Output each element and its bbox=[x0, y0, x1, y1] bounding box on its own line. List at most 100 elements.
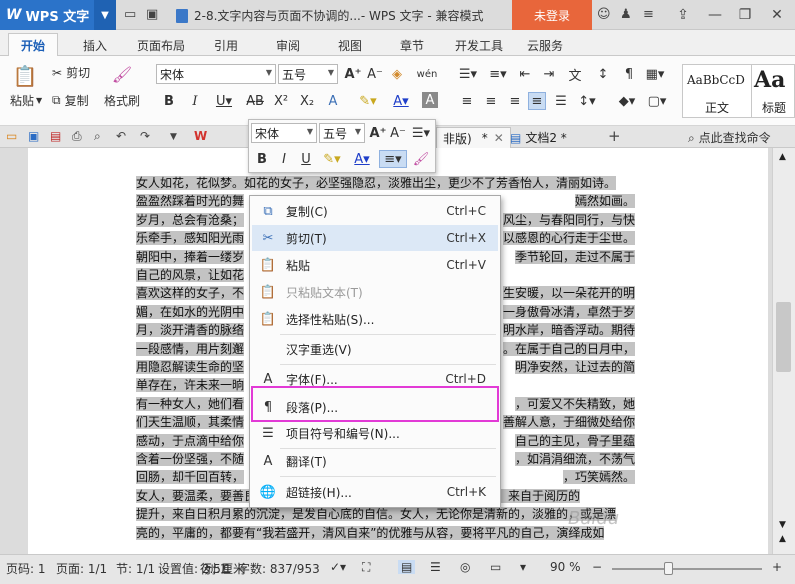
zoom-slider[interactable] bbox=[612, 568, 762, 570]
document-line[interactable]: 感动，于点滴中给你 bbox=[136, 432, 245, 450]
align-icon[interactable]: ≡▾ bbox=[379, 150, 407, 168]
spellcheck-icon[interactable]: ✓▾ bbox=[330, 560, 346, 574]
document-line[interactable]: 朝阳中，捧着一缕岁 bbox=[136, 248, 245, 266]
italic-icon[interactable]: I bbox=[186, 92, 204, 110]
document-line[interactable]: 们天生温顺，其柔情 bbox=[136, 413, 245, 431]
distribute-icon[interactable]: ☰ bbox=[552, 92, 570, 110]
document-line[interactable]: 女人如花，花似梦。如花的女子，必坚强隐忍，淡雅出尘，更少不了芳香怡人，清丽如诗。 bbox=[136, 174, 617, 192]
borders-icon[interactable]: ▢▾ bbox=[646, 92, 668, 110]
save-icon[interactable]: ▣ bbox=[146, 7, 158, 22]
outline-view-icon[interactable]: ☰ bbox=[430, 560, 441, 574]
scroll-down-icon[interactable]: ▼ bbox=[779, 520, 786, 530]
tab-references[interactable]: 引用 bbox=[204, 34, 248, 56]
document-line-tail[interactable]: ，可爱又不失精致，她 bbox=[501, 395, 635, 413]
bold-icon[interactable]: B bbox=[160, 92, 178, 110]
document-line-tail[interactable]: 自己的主见，骨子里蕴 bbox=[501, 432, 635, 450]
tab-home[interactable]: 开始 bbox=[8, 33, 58, 57]
restore-ribbon-button[interactable]: ⇪ bbox=[668, 0, 698, 30]
document-line-tail[interactable]: 生安暖，以一朵花开的明 bbox=[501, 284, 635, 302]
cut-button[interactable]: ✂ 剪切 bbox=[52, 64, 90, 81]
char-shading-icon[interactable]: A bbox=[422, 92, 438, 108]
undo-icon[interactable]: ↶ bbox=[116, 129, 126, 143]
document-line[interactable]: 有一种女人，她们看 bbox=[136, 395, 245, 413]
login-button[interactable]: 未登录 bbox=[512, 0, 592, 30]
underline-icon[interactable]: U▾ bbox=[212, 92, 236, 110]
command-search[interactable]: ⌕ 点此查找命令 bbox=[688, 129, 771, 146]
style-normal[interactable]: AaBbCcD 正文 bbox=[682, 64, 752, 118]
zoom-icon[interactable]: ▾ bbox=[520, 560, 526, 574]
style-heading[interactable]: Aa 标题 bbox=[752, 64, 795, 118]
document-line-tail[interactable]: 善解人意，于细微处给你 bbox=[501, 413, 635, 431]
page-view-icon[interactable]: ▤ bbox=[398, 560, 416, 574]
grow-font-icon[interactable]: A⁺ bbox=[369, 124, 387, 142]
document-line-tail[interactable]: 以感恩的心行走于尘世。 bbox=[501, 229, 635, 247]
fullscreen-icon[interactable]: ⛶ bbox=[362, 560, 370, 575]
strikethrough-icon[interactable]: A̶B̶ bbox=[244, 92, 266, 110]
new-tab-icon[interactable]: + bbox=[608, 127, 621, 145]
numbering-icon[interactable]: ≡▾ bbox=[486, 65, 510, 83]
document-line-tail[interactable]: 嫣然如画。 bbox=[501, 192, 635, 210]
scroll-up-icon[interactable]: ▲ bbox=[779, 152, 786, 162]
zoom-level[interactable]: 90 % bbox=[550, 560, 581, 574]
doc-tab-current[interactable]: 非版) * ✕ bbox=[436, 127, 511, 148]
paste-button[interactable]: 粘贴 ▼ bbox=[10, 92, 42, 109]
redo-icon[interactable]: ↷ bbox=[140, 129, 150, 143]
tab-insert[interactable]: 插入 bbox=[70, 34, 120, 56]
status-page-number[interactable]: 页码: 1 bbox=[6, 560, 46, 577]
document-line[interactable]: 自己的风景，让如花 bbox=[136, 266, 245, 284]
format-painter-icon[interactable]: 🖌 bbox=[110, 62, 134, 86]
text-effect-icon[interactable]: A bbox=[324, 92, 342, 110]
scrollbar-thumb[interactable] bbox=[776, 302, 791, 372]
zoom-slider-handle[interactable] bbox=[664, 562, 673, 575]
save-icon[interactable]: ▣ bbox=[28, 129, 39, 143]
underline-icon[interactable]: U bbox=[297, 150, 315, 168]
pinyin-icon[interactable]: wén bbox=[414, 65, 440, 83]
minimize-button[interactable]: — bbox=[700, 0, 730, 30]
zoom-out-icon[interactable]: − bbox=[592, 560, 602, 574]
web-view-icon[interactable]: ◎ bbox=[460, 560, 470, 574]
highlight-icon[interactable]: ✎▾ bbox=[319, 150, 345, 168]
document-line[interactable]: 媚，在如水的光阴中 bbox=[136, 303, 245, 321]
chevron-down-icon[interactable]: ▼ bbox=[170, 132, 177, 142]
document-line-tail[interactable]: 风尘，与春阳同行，与快 bbox=[501, 211, 635, 229]
line-spacing-icon[interactable]: ↕▾ bbox=[576, 92, 598, 110]
status-wordcount[interactable]: 字数: 837/953 bbox=[238, 560, 320, 577]
increase-indent-icon[interactable]: ⇥ bbox=[540, 65, 558, 83]
tab-cloud[interactable]: 云服务 bbox=[520, 34, 570, 56]
bold-icon[interactable]: B bbox=[253, 150, 271, 168]
folder-icon[interactable]: ▭ bbox=[124, 7, 136, 22]
tab-view[interactable]: 视图 bbox=[328, 34, 372, 56]
menu-item-paste[interactable]: 📋 粘贴 Ctrl+V bbox=[252, 252, 498, 278]
document-line[interactable]: 回肠，却千回百转， bbox=[136, 468, 245, 486]
zoom-in-icon[interactable]: + bbox=[772, 560, 782, 574]
document-line[interactable]: 乐牵手，感知阳光雨 bbox=[136, 229, 245, 247]
menu-item-copy[interactable]: ⧉ 复制(C) Ctrl+C bbox=[252, 198, 498, 224]
shrink-font-icon[interactable]: A⁻ bbox=[389, 124, 407, 142]
italic-icon[interactable]: I bbox=[275, 150, 293, 168]
show-marks-icon[interactable]: ¶ bbox=[620, 65, 638, 83]
page-up-icon[interactable]: ▲ bbox=[779, 534, 786, 544]
document-line[interactable]: 亮的，平庸的，都要有“我若盛开，清风自来”的优雅与从容，要将平凡的自己，演绎成如 bbox=[136, 524, 605, 542]
shirt-icon[interactable]: ♟ bbox=[620, 7, 632, 22]
font-name-select[interactable]: 宋体 ▼ bbox=[156, 64, 276, 84]
document-line-tail[interactable]: ，巧笑嫣然。 bbox=[501, 468, 635, 486]
sort-icon[interactable]: ↕ bbox=[592, 65, 614, 83]
chinese-layout-icon[interactable]: 文 bbox=[564, 65, 586, 84]
document-line-tail[interactable]: ，如涓涓细流，不荡气 bbox=[501, 450, 635, 468]
align-left-icon[interactable]: ≡ bbox=[458, 92, 476, 110]
font-size-select[interactable]: 五号 ▼ bbox=[278, 64, 338, 84]
open-folder-icon[interactable]: ▭ bbox=[6, 129, 17, 143]
tab-chapter[interactable]: 章节 bbox=[390, 34, 434, 56]
align-right-icon[interactable]: ≡ bbox=[506, 92, 524, 110]
font-color-icon[interactable]: A▾ bbox=[349, 150, 375, 168]
document-line[interactable]: 一段感情，用片刻邂 bbox=[136, 340, 245, 358]
shading-icon[interactable]: ◆▾ bbox=[614, 92, 640, 110]
justify-icon[interactable]: ≡ bbox=[528, 92, 546, 110]
vertical-scrollbar[interactable]: ▲ ▼ ▲ bbox=[772, 148, 795, 554]
document-line[interactable]: 用隐忍解读生命的坚 bbox=[136, 358, 245, 376]
close-icon[interactable]: ✕ bbox=[494, 131, 504, 145]
menu-item-bullets-numbering[interactable]: ☰ 项目符号和编号(N)... bbox=[252, 420, 498, 446]
chevron-down-icon[interactable]: ▼ bbox=[94, 0, 116, 30]
mini-font-size-select[interactable]: 五号 ▼ bbox=[319, 123, 365, 143]
tab-page-layout[interactable]: 页面布局 bbox=[132, 34, 190, 56]
